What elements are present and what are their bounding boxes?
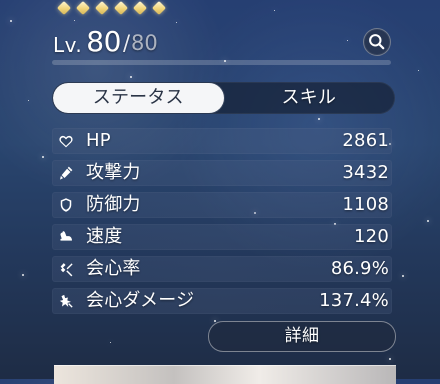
diamond-icon <box>113 0 129 16</box>
background-star <box>418 70 419 71</box>
stat-row-critical-damage: 会心ダメージ 137.4% <box>52 288 392 314</box>
sword-icon <box>55 162 77 184</box>
diamond-icon <box>94 0 110 16</box>
stat-value-hp: 2861 <box>342 130 389 151</box>
level-display: Lv. 80 / 80 <box>53 28 158 56</box>
stat-row-attack: 攻撃力 3432 <box>52 160 392 186</box>
background-star <box>130 76 132 78</box>
heart-icon <box>55 130 77 152</box>
diamond-icon <box>56 0 72 16</box>
status-tabs: ステータス スキル <box>52 82 395 114</box>
background-star <box>176 22 177 23</box>
stat-label-critical-damage: 会心ダメージ <box>86 290 195 311</box>
background-star <box>389 358 391 360</box>
tab-skill[interactable]: スキル <box>224 83 395 113</box>
stat-label-defense: 防御力 <box>86 194 141 215</box>
rarity-diamonds <box>56 0 167 16</box>
diamond-icon <box>75 0 91 16</box>
background-star <box>274 10 275 11</box>
background-star <box>402 275 404 277</box>
stats-panel: HP 2861 攻撃力 3432 防御力 1108 速度 120 会心率 86.… <box>52 128 392 314</box>
experience-bar <box>52 60 391 65</box>
background-star <box>10 20 12 22</box>
background-star <box>110 342 111 343</box>
background-star <box>22 274 24 276</box>
background-star <box>318 118 320 120</box>
level-label: Lv. <box>53 33 83 57</box>
background-star <box>42 156 44 158</box>
stat-label-critical-rate: 会心率 <box>86 258 141 279</box>
background-star <box>74 20 75 21</box>
level-separator: / <box>122 31 131 55</box>
stat-value-defense: 1108 <box>342 194 389 215</box>
background-star <box>28 100 29 101</box>
tab-status[interactable]: ステータス <box>53 83 224 113</box>
details-button-label: 詳細 <box>284 326 320 346</box>
level-max: 80 <box>131 31 158 55</box>
stat-row-defense: 防御力 1108 <box>52 192 392 218</box>
critical-rate-icon <box>55 258 77 280</box>
stat-value-attack: 3432 <box>342 162 389 183</box>
critical-damage-icon <box>55 290 77 312</box>
level-current: 80 <box>86 25 121 58</box>
details-button[interactable]: 詳細 <box>208 321 396 352</box>
stat-value-speed: 120 <box>354 226 389 247</box>
stat-row-critical-rate: 会心率 86.9% <box>52 256 392 282</box>
stat-label-hp: HP <box>86 130 111 151</box>
bottom-card-preview <box>54 365 396 384</box>
background-star <box>427 220 429 222</box>
diamond-icon <box>151 0 167 16</box>
stat-value-critical-rate: 86.9% <box>330 258 389 279</box>
stat-label-attack: 攻撃力 <box>86 162 141 183</box>
search-button[interactable] <box>363 28 391 56</box>
stat-row-hp: HP 2861 <box>52 128 392 154</box>
stat-value-critical-damage: 137.4% <box>319 290 389 311</box>
shield-icon <box>55 194 77 216</box>
background-star <box>347 40 348 41</box>
boot-icon <box>55 226 77 248</box>
search-icon <box>369 34 385 50</box>
diamond-icon <box>132 0 148 16</box>
stat-label-speed: 速度 <box>86 226 123 247</box>
stat-row-speed: 速度 120 <box>52 224 392 250</box>
